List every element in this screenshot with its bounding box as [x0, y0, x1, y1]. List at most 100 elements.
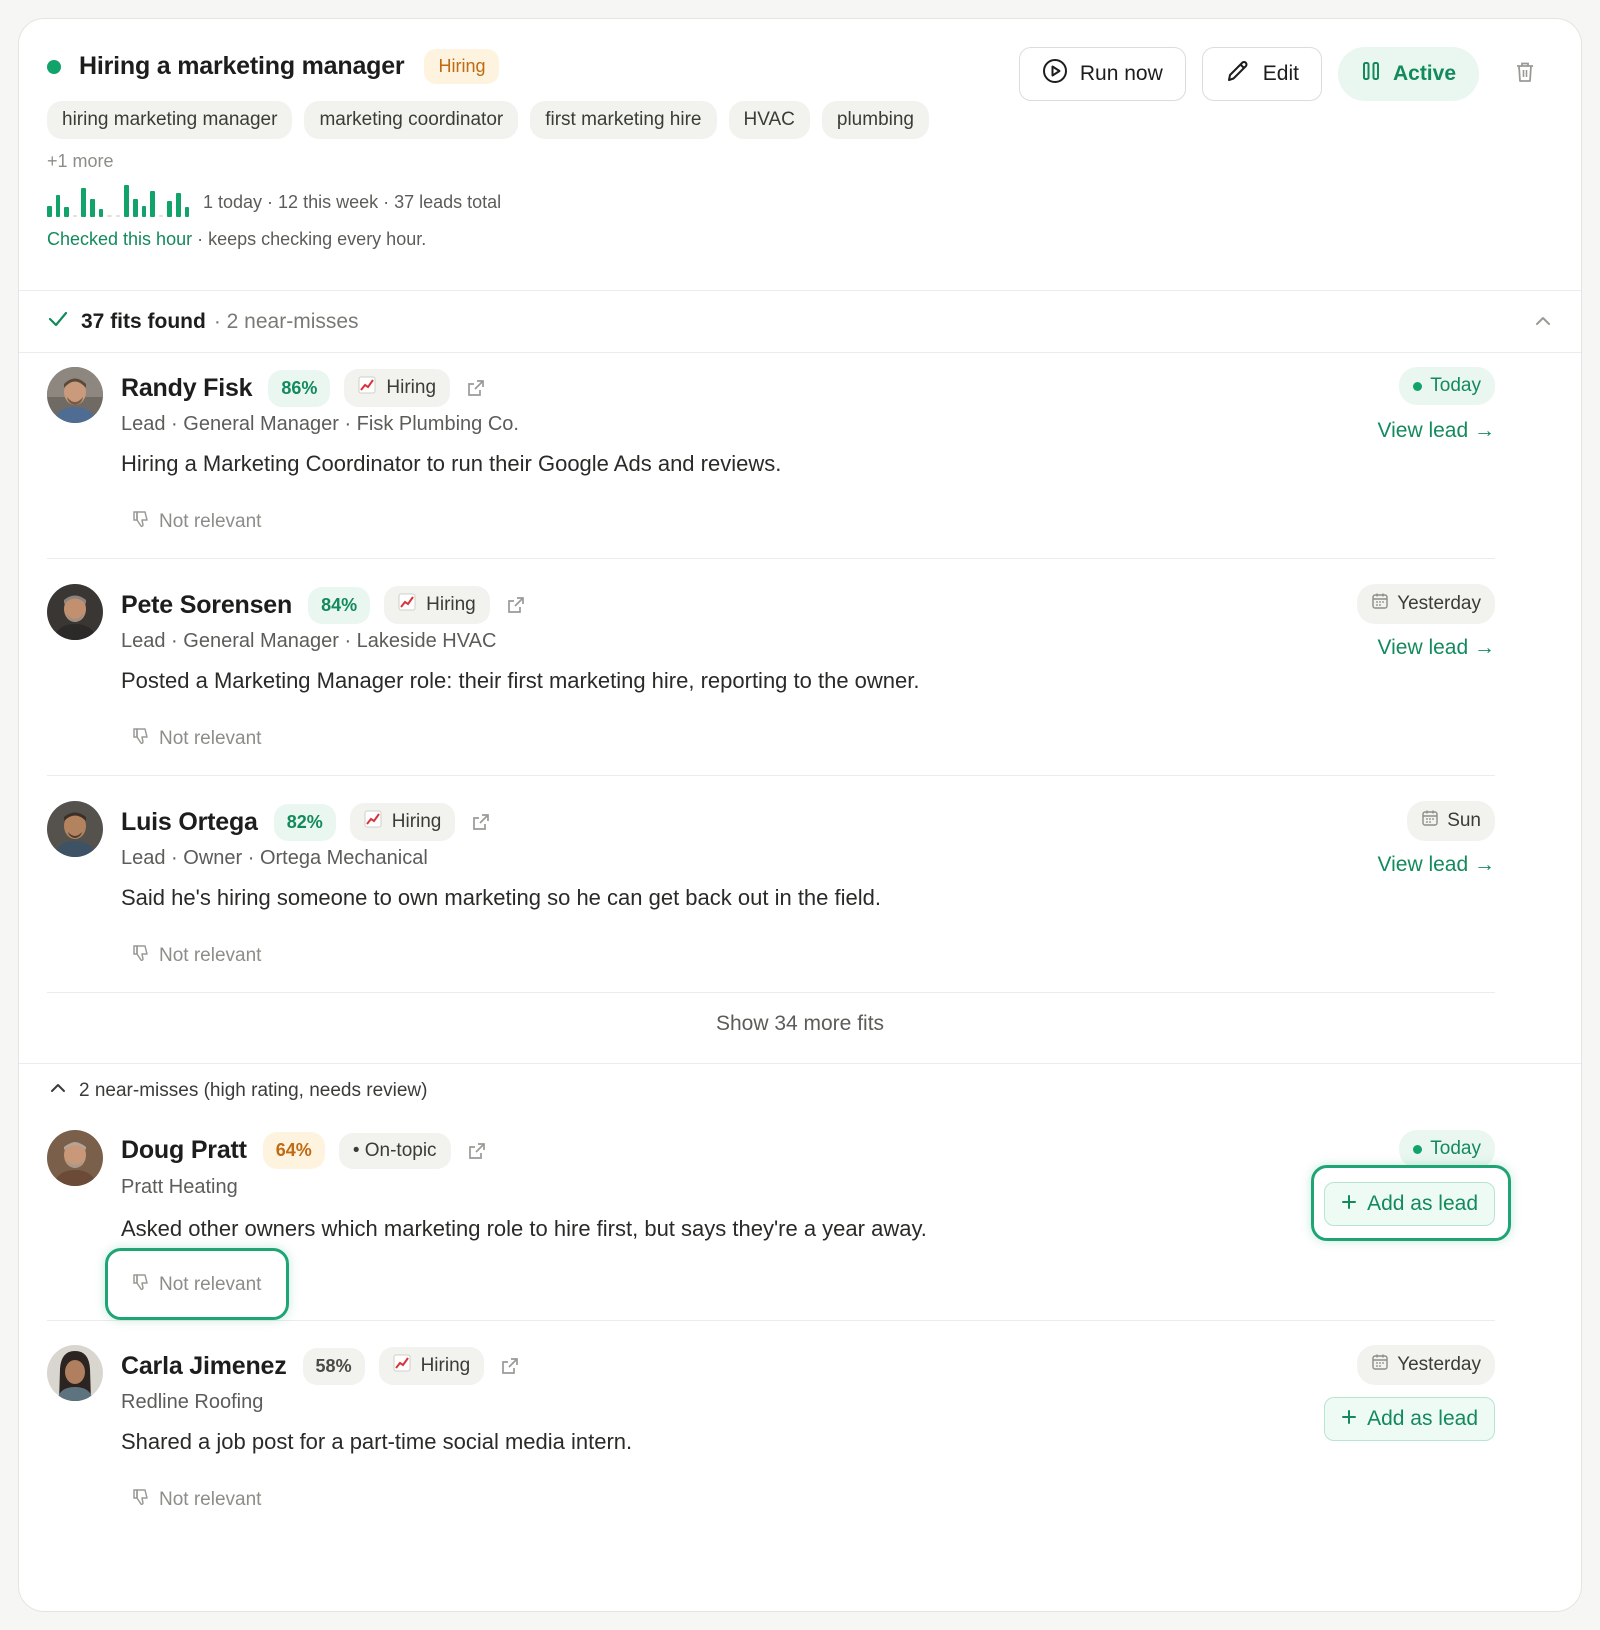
lead-stats: 1 today · 12 this week · 37 leads total: [203, 192, 502, 212]
activity-bar: [115, 215, 121, 217]
more-tags-link[interactable]: +1 more: [47, 151, 114, 172]
activity-bar: [98, 209, 104, 217]
active-toggle-button[interactable]: Active: [1337, 47, 1479, 101]
date-label: Today: [1430, 1138, 1481, 1159]
activity-bar: [158, 215, 164, 217]
chevron-up-icon[interactable]: [1533, 311, 1553, 336]
lead-heading: Luis Ortega 82% Hiring: [121, 803, 491, 841]
near-miss-row: Doug Pratt 64% • On-topic Pratt Heating …: [47, 1130, 1511, 1321]
external-link-icon[interactable]: [500, 1356, 520, 1376]
activity-bar: [47, 206, 52, 217]
keyword-tag[interactable]: HVAC: [728, 101, 810, 139]
signal-badge: • On-topic: [338, 1132, 451, 1169]
avatar: [47, 367, 103, 423]
activity-bar: [167, 201, 172, 217]
fit-score: 58%: [302, 1347, 365, 1385]
external-link-icon[interactable]: [471, 812, 491, 832]
lead-heading: Carla Jimenez 58% Hiring: [121, 1347, 520, 1385]
not-relevant-button[interactable]: Not relevant: [131, 509, 261, 535]
keyword-tag[interactable]: hiring marketing manager: [47, 101, 293, 139]
thumbs-down-icon: [131, 1272, 151, 1298]
view-lead-link[interactable]: View lead →: [1377, 853, 1495, 877]
not-relevant-label: Not relevant: [159, 945, 262, 966]
lead-name[interactable]: Carla Jimenez: [121, 1352, 287, 1381]
not-relevant-label: Not relevant: [159, 1274, 262, 1295]
fit-score: 64%: [262, 1132, 325, 1169]
external-link-icon[interactable]: [506, 595, 526, 615]
chart-increasing-icon: [393, 1354, 411, 1378]
date-badge: Yesterday: [1357, 1345, 1495, 1385]
not-relevant-button[interactable]: Not relevant: [131, 943, 261, 969]
lead-row: Luis Ortega 82% Hiring Lead · Owner · Or…: [47, 801, 1495, 993]
external-link-icon[interactable]: [467, 1141, 487, 1161]
add-as-lead-button[interactable]: Add as lead: [1324, 1182, 1495, 1226]
not-relevant-label: Not relevant: [159, 1489, 262, 1510]
calendar-icon: [1371, 1353, 1389, 1377]
monitor-header: Hiring a marketing manager Hiring hiring…: [19, 19, 1581, 291]
plus-icon: [1341, 1192, 1357, 1216]
new-dot: [1413, 1144, 1423, 1154]
add-as-lead-button[interactable]: Add as lead: [1324, 1397, 1495, 1441]
lead-name[interactable]: Pete Sorensen: [121, 591, 292, 620]
not-relevant-button[interactable]: Not relevant: [131, 726, 261, 752]
avatar: [47, 801, 103, 857]
keyword-tag[interactable]: plumbing: [821, 101, 929, 139]
fits-summary[interactable]: 37 fits found · 2 near-misses: [19, 291, 1581, 353]
lead-row: Randy Fisk 86% Hiring Lead · General Man…: [47, 367, 1495, 559]
activity-bar: [107, 215, 112, 217]
not-relevant-button[interactable]: Not relevant: [131, 1487, 261, 1513]
signal-label: Hiring: [386, 377, 437, 398]
check-status-sub: · keeps checking every hour.: [192, 229, 427, 249]
activity-bar: [81, 188, 86, 217]
chart-increasing-icon: [358, 376, 376, 400]
activity-bar: [132, 199, 138, 217]
keyword-tags: hiring marketing manager marketing coord…: [47, 101, 929, 139]
lead-name[interactable]: Doug Pratt: [121, 1136, 247, 1165]
chevron-up-icon: [49, 1079, 67, 1103]
keyword-tag[interactable]: marketing coordinator: [304, 101, 519, 139]
lead-name[interactable]: Randy Fisk: [121, 374, 253, 403]
date-badge: Today: [1399, 1130, 1495, 1168]
active-label: Active: [1392, 62, 1456, 85]
edit-label: Edit: [1262, 62, 1299, 85]
signal-label: • On-topic: [352, 1139, 437, 1161]
run-now-button[interactable]: Run now: [1018, 47, 1186, 101]
signal-badge: Hiring: [384, 586, 490, 624]
external-link-icon[interactable]: [466, 378, 486, 398]
not-relevant-label: Not relevant: [159, 728, 262, 749]
near-misses-heading: 2 near-misses (high rating, needs review…: [79, 1080, 428, 1101]
check-icon: [47, 309, 69, 334]
monitor-title: Hiring a marketing manager: [79, 52, 405, 80]
lead-heading: Pete Sorensen 84% Hiring: [121, 586, 526, 624]
avatar: [47, 584, 103, 640]
signal-badge: Hiring: [349, 803, 456, 841]
thumbs-down-icon: [131, 1487, 151, 1513]
avatar: [47, 1345, 103, 1401]
view-lead-link[interactable]: View lead →: [1377, 636, 1495, 660]
delete-button[interactable]: [1505, 54, 1545, 94]
lead-description: Asked other owners which marketing role …: [121, 1216, 927, 1241]
play-circle-icon: [1042, 58, 1068, 90]
check-status-label: Checked this hour: [47, 229, 193, 249]
date-label: Yesterday: [1397, 1354, 1481, 1375]
keyword-tag[interactable]: first marketing hire: [530, 101, 717, 139]
activity-bar: [184, 207, 190, 217]
date-label: Today: [1430, 375, 1481, 396]
fit-score: 82%: [273, 803, 336, 841]
show-more-fits-button[interactable]: Show 34 more fits: [19, 1012, 1581, 1036]
lead-heading: Randy Fisk 86% Hiring: [121, 369, 486, 407]
activity-bar: [64, 207, 69, 217]
date-badge: Yesterday: [1357, 584, 1495, 624]
not-relevant-button[interactable]: Not relevant: [131, 1272, 261, 1298]
lead-meta: Lead · General Manager · Fisk Plumbing C…: [121, 413, 519, 435]
view-lead-link[interactable]: View lead →: [1377, 419, 1495, 443]
add-as-lead-label: Add as lead: [1367, 1192, 1478, 1215]
date-badge: Today: [1399, 367, 1495, 405]
edit-button[interactable]: Edit: [1201, 47, 1322, 101]
activity-bar: [124, 185, 129, 217]
near-misses-toggle[interactable]: 2 near-misses (high rating, needs review…: [49, 1079, 428, 1103]
title-row: Hiring a marketing manager Hiring: [47, 49, 500, 84]
activity-bar: [150, 191, 155, 217]
signal-label: Hiring: [426, 594, 476, 615]
lead-name[interactable]: Luis Ortega: [121, 808, 258, 837]
